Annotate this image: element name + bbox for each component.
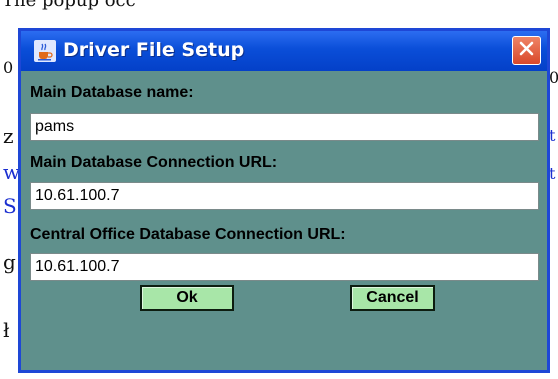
central-office-url-input[interactable] [30, 253, 539, 281]
close-icon [518, 40, 535, 62]
background-text: The popup occ [2, 0, 136, 11]
ok-button[interactable]: Ok [140, 285, 234, 311]
java-cup-icon [34, 40, 56, 62]
dialog-title: Driver File Setup [63, 39, 245, 61]
background-text: S [3, 194, 17, 218]
background-text: 0 [549, 68, 558, 87]
close-button[interactable] [512, 36, 541, 65]
central-office-url-label: Central Office Database Connection URL: [30, 226, 346, 243]
main-database-url-label: Main Database Connection URL: [30, 154, 278, 171]
cancel-button[interactable]: Cancel [350, 285, 435, 311]
title-bar[interactable]: Driver File Setup [21, 31, 547, 71]
background-text: g [3, 250, 16, 274]
dialog-content: Main Database name: Main Database Connec… [21, 71, 547, 370]
background-text: z [3, 124, 14, 148]
background-text: 0 [3, 58, 14, 77]
background-page: The popup occ [0, 0, 558, 22]
background-text: ł [3, 318, 10, 342]
main-database-name-label: Main Database name: [30, 84, 194, 101]
main-database-name-input[interactable] [30, 113, 539, 141]
main-database-url-input[interactable] [30, 182, 539, 210]
driver-file-setup-dialog: Driver File Setup Main Database name: Ma… [18, 28, 550, 373]
